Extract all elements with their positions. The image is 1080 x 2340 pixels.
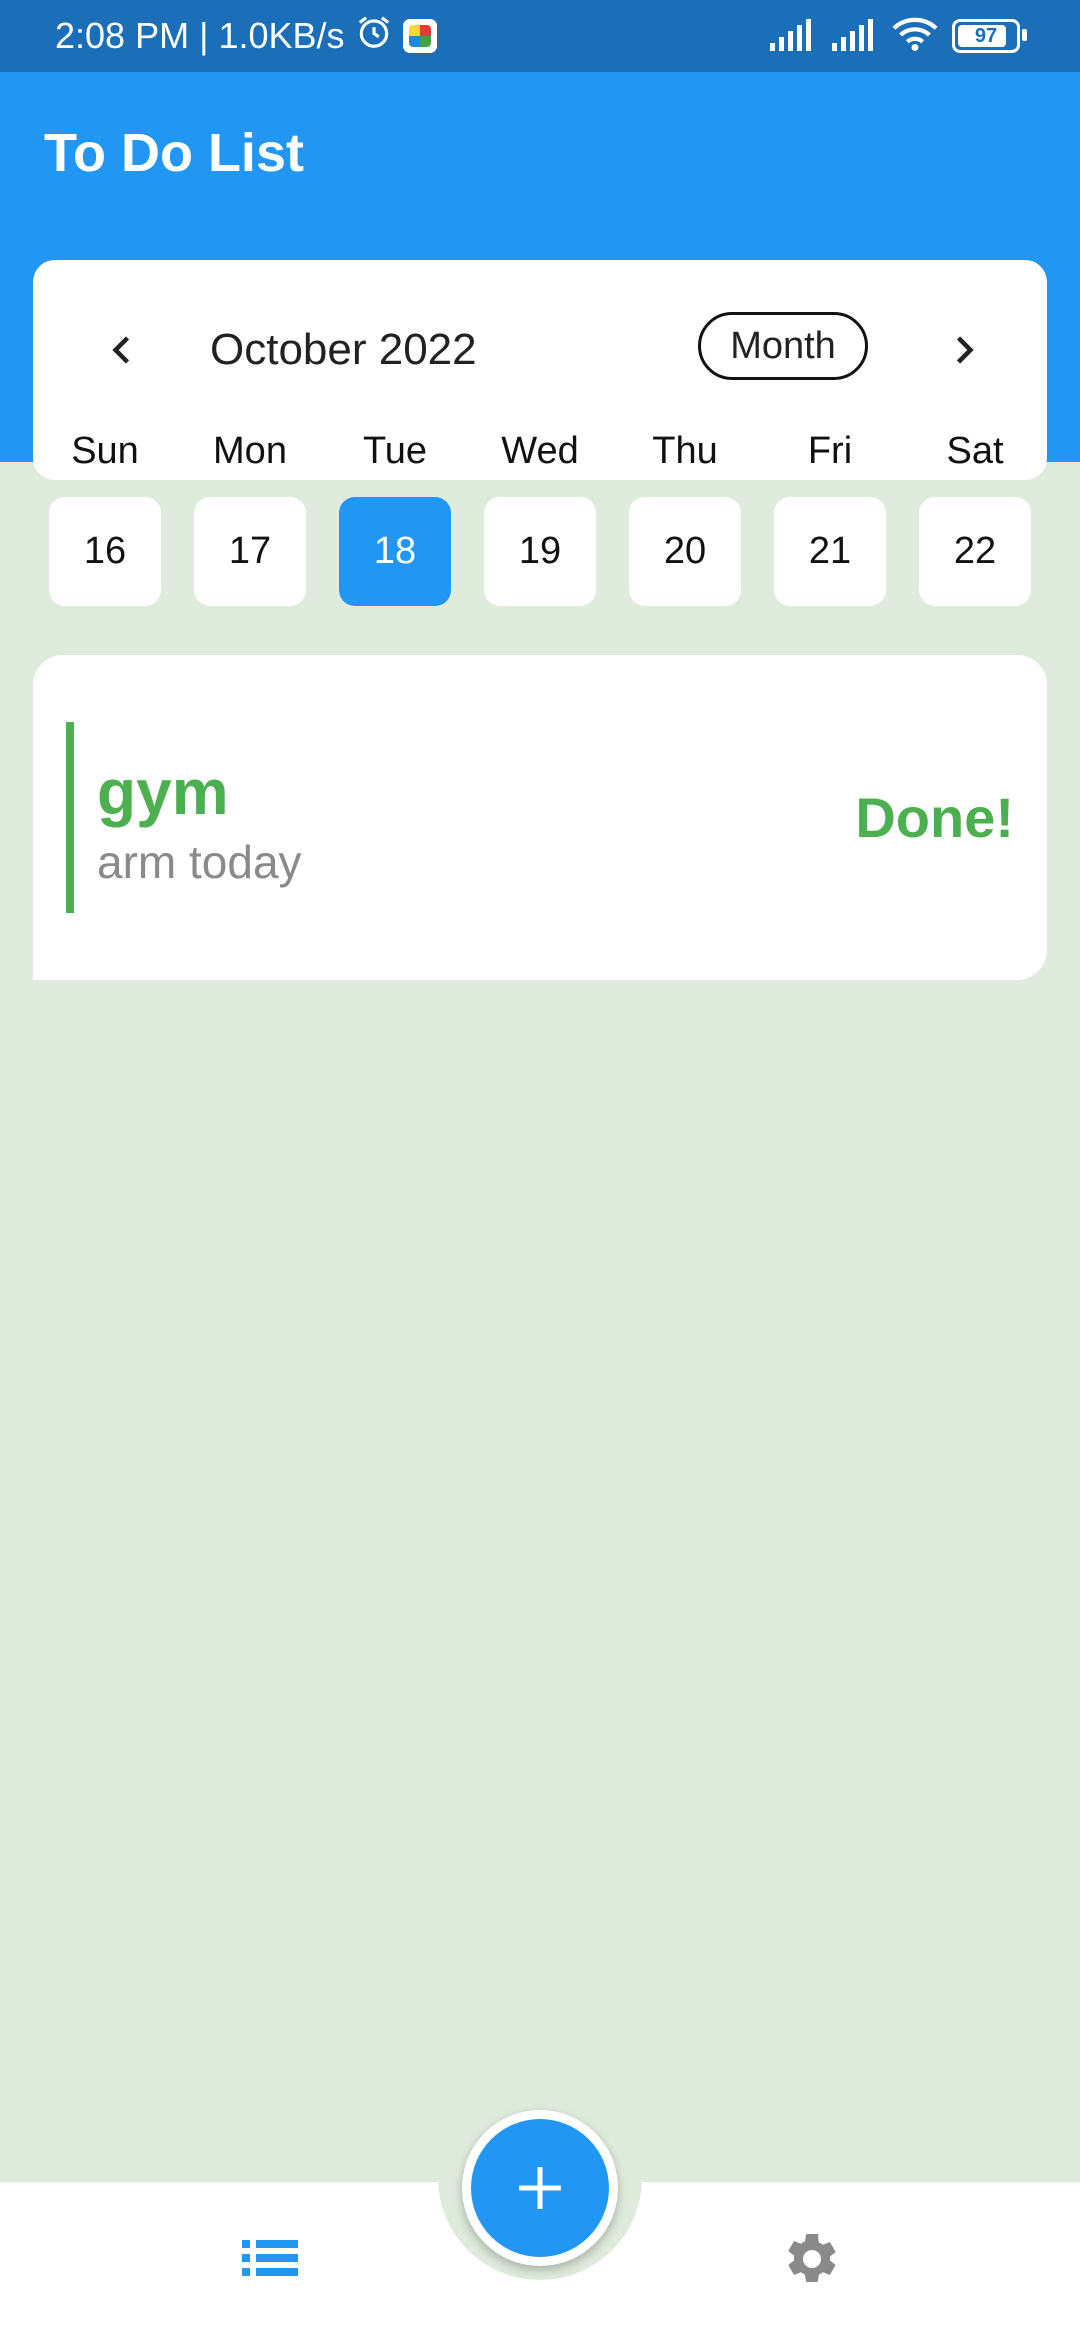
previous-week-button[interactable] [93, 320, 153, 380]
task-accent-bar [66, 722, 74, 913]
status-right: 97 [768, 0, 1027, 72]
weekday-fri: Fri [807, 430, 853, 472]
task-subtitle: arm today [97, 836, 302, 888]
status-separator: | [199, 15, 209, 56]
nav-settings-button[interactable] [782, 2229, 842, 2289]
status-net-speed: 1.0KB/s [218, 15, 345, 56]
month-label[interactable]: October 2022 [210, 320, 477, 380]
day-cell[interactable]: 22 [919, 497, 1031, 606]
next-week-button[interactable] [933, 320, 993, 380]
task-status: Done! [855, 786, 1014, 849]
weekday-tue: Tue [362, 430, 428, 472]
status-bar: 2:08 PM | 1.0KB/s 97 [0, 0, 1080, 72]
weekday-mon: Mon [213, 430, 287, 472]
battery-level: 97 [974, 24, 998, 47]
wifi-icon [892, 16, 938, 57]
weekday-header: Sun Mon Tue Wed Thu Fri Sat [49, 430, 1031, 473]
task-title: gym [97, 756, 229, 828]
day-cell[interactable]: 17 [194, 497, 306, 606]
page-title: To Do List [44, 123, 304, 183]
day-cell-selected[interactable]: 18 [339, 497, 451, 606]
weekday-sun: Sun [71, 430, 139, 472]
chevron-left-icon [112, 336, 130, 364]
weekday-thu: Thu [652, 430, 718, 472]
app-notification-icon [402, 19, 437, 53]
status-left: 2:08 PM | 1.0KB/s [55, 0, 437, 72]
day-cell[interactable]: 16 [49, 497, 161, 606]
alarm-icon [355, 13, 393, 60]
nav-list-button[interactable] [240, 2230, 300, 2286]
add-icon [519, 2167, 561, 2209]
day-cell[interactable]: 20 [629, 497, 741, 606]
week-days-row: 16 17 18 19 20 21 22 [49, 497, 1031, 606]
weekday-wed: Wed [501, 430, 579, 472]
calendar-format-button[interactable]: Month [698, 312, 868, 380]
status-time: 2:08 PM [55, 15, 190, 56]
add-task-button-inner [471, 2119, 609, 2257]
day-cell[interactable]: 21 [774, 497, 886, 606]
battery-icon: 97 [952, 19, 1027, 53]
weekday-sat: Sat [946, 430, 1004, 472]
chevron-right-icon [956, 336, 974, 364]
add-task-button[interactable] [462, 2110, 618, 2266]
signal-icon [830, 17, 878, 56]
list-icon [242, 2240, 298, 2276]
task-card[interactable]: gym arm today Done! [33, 655, 1047, 980]
day-cell[interactable]: 19 [484, 497, 596, 606]
signal-icon [768, 17, 816, 56]
settings-icon [788, 2233, 836, 2282]
